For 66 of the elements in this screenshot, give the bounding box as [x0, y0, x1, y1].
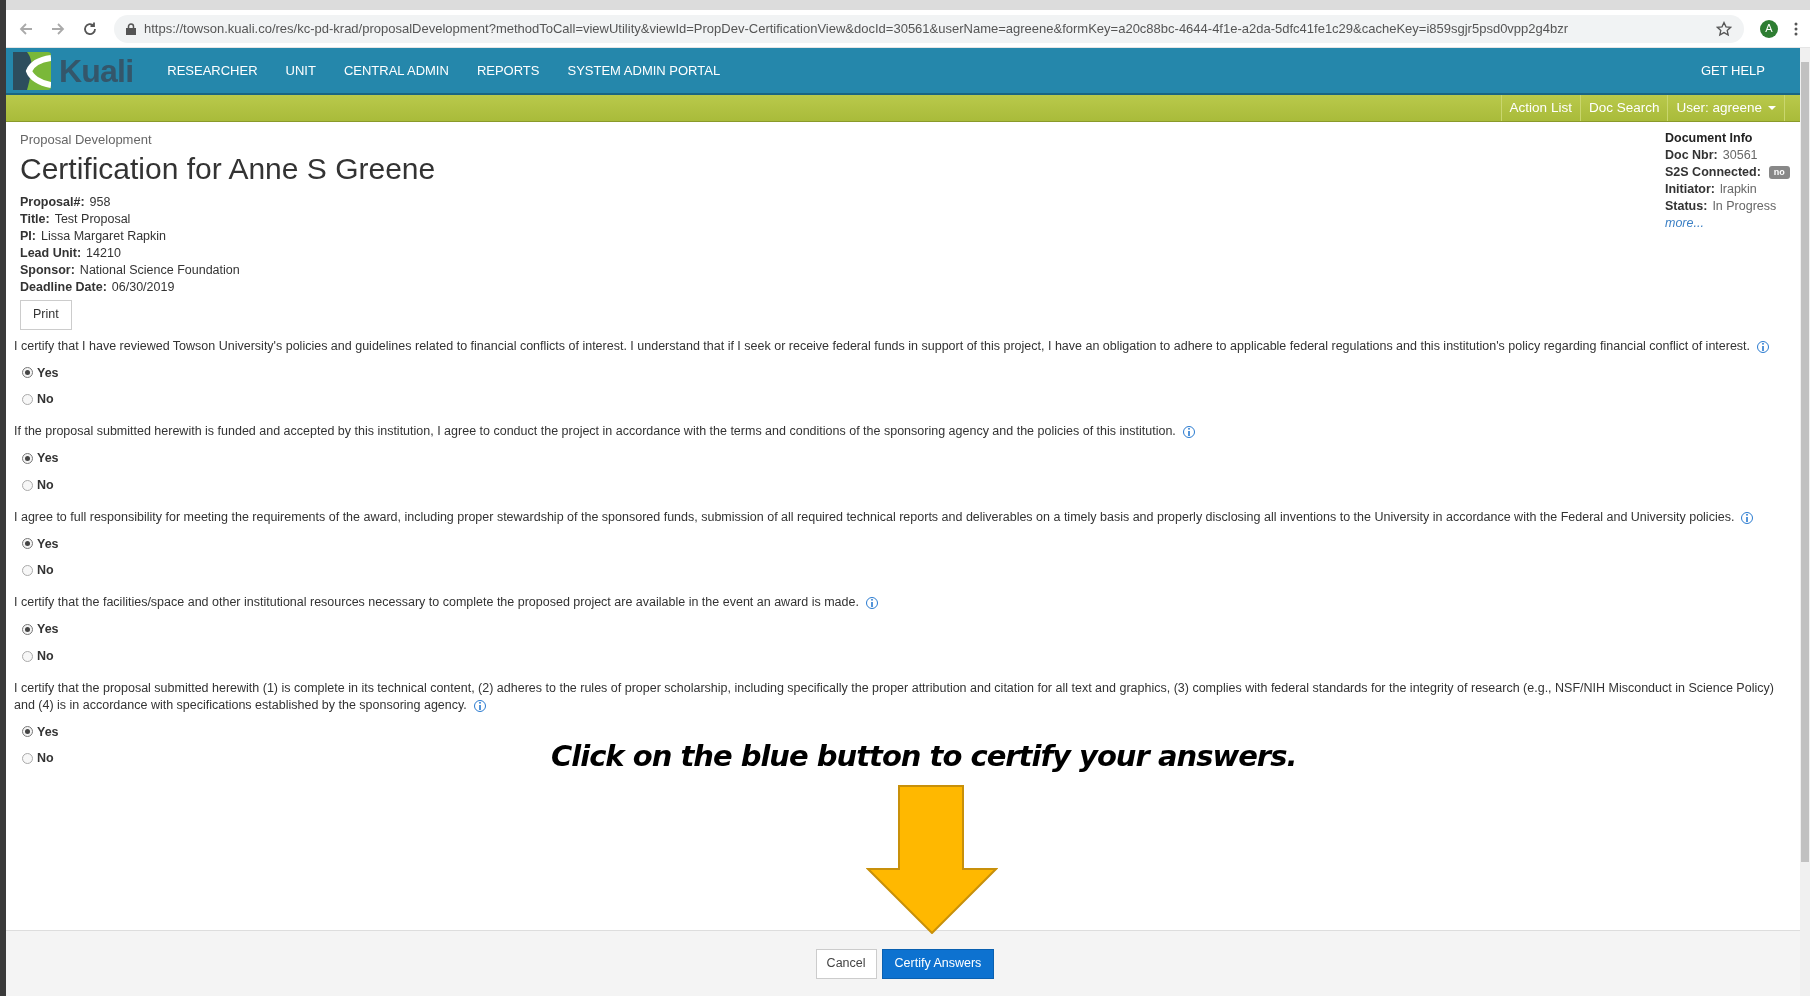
section-heading: Document Info — [1665, 130, 1754, 147]
logo-icon — [13, 51, 51, 90]
field-value: National Science Foundation — [79, 261, 240, 279]
cancel-button[interactable]: Cancel — [815, 948, 877, 979]
logo-text: Kuali — [59, 51, 134, 91]
radio-button[interactable] — [22, 726, 33, 738]
option-label: No — [37, 476, 54, 494]
field-value: 958 — [89, 193, 111, 211]
field-label: PI: — [20, 227, 36, 245]
field-label: Title: — [20, 210, 50, 228]
radio-button[interactable] — [22, 394, 33, 406]
nav-link[interactable]: RESEARCHER — [167, 60, 258, 81]
option-label: No — [37, 391, 54, 409]
radio-button[interactable] — [22, 565, 33, 577]
forward-icon[interactable] — [50, 20, 66, 37]
star-icon[interactable] — [1716, 20, 1732, 37]
more-link[interactable]: more... — [1665, 215, 1790, 232]
option-label: Yes — [37, 535, 59, 553]
option-label: Yes — [37, 450, 59, 467]
nav-link[interactable]: REPORTS — [476, 60, 540, 81]
option-label: Yes — [37, 723, 59, 741]
radio-button[interactable] — [22, 623, 33, 635]
menu-icon[interactable] — [1794, 21, 1798, 36]
option-label: Yes — [37, 364, 59, 382]
field-label: Lead Unit: — [20, 244, 82, 262]
field-label: Proposal#: — [20, 193, 85, 211]
help-link[interactable]: GET HELP — [1700, 60, 1765, 81]
field-label: Sponsor: — [20, 261, 75, 279]
radio-button[interactable] — [22, 452, 33, 464]
radio-button[interactable] — [22, 538, 33, 550]
option-label: No — [37, 647, 54, 665]
option-label: No — [37, 750, 54, 768]
breadcrumb: Proposal Development — [20, 131, 152, 149]
field-value: lrapkin — [1720, 181, 1757, 198]
nav-link[interactable]: UNIT — [285, 60, 316, 81]
radio-button[interactable] — [22, 650, 33, 662]
page-title: Certification for Anne S Greene — [20, 150, 436, 187]
certify-button[interactable]: Certify Answers — [881, 948, 995, 979]
nav-link[interactable]: CENTRAL ADMIN — [343, 60, 449, 81]
field-label: Initiator: — [1665, 181, 1715, 198]
instruction-caption: Click on the blue button to certify your answers. — [551, 738, 1297, 775]
field-value: Lissa Margaret Rapkin — [41, 227, 167, 245]
profile-avatar[interactable]: A — [1760, 19, 1778, 38]
field-label: S2S Connected: — [1665, 164, 1761, 181]
field-label: Status: — [1665, 198, 1708, 215]
nav-link[interactable]: SYSTEM ADMIN PORTAL — [567, 60, 721, 81]
field-value: In Progress — [1712, 198, 1777, 215]
lock-icon — [126, 22, 136, 35]
print-button[interactable]: Print — [20, 299, 72, 330]
field-value: 06/30/2019 — [111, 278, 175, 296]
field-label: Deadline Date: — [20, 278, 107, 296]
radio-button[interactable] — [22, 367, 33, 379]
reload-icon[interactable] — [82, 20, 98, 37]
option-label: No — [37, 562, 54, 580]
radio-button[interactable] — [22, 479, 33, 491]
status-badge: no — [1768, 166, 1790, 179]
option-label: Yes — [37, 621, 59, 638]
field-value: Test Proposal — [54, 210, 131, 228]
field-value: 14210 — [86, 244, 121, 262]
radio-button[interactable] — [22, 753, 33, 765]
caret-icon — [1768, 106, 1776, 110]
arrow-icon — [866, 785, 998, 934]
back-icon[interactable] — [18, 20, 34, 37]
field-label: Doc Nbr: — [1665, 147, 1718, 164]
url-text: https://towson.kuali.co/res/kc-pd-krad/proposalDevelopment?methodToCall=viewUtility&viewId=PropDev-CertificationView&docId=30561&userName=agreene&formKey=a20c88bc-4644-4f1e-a2da-5dfc41fe1c29&cacheKey=i859sgjr5psd0vpp2g4bzr — [144, 19, 1569, 38]
field-value: 30561 — [1722, 147, 1758, 164]
